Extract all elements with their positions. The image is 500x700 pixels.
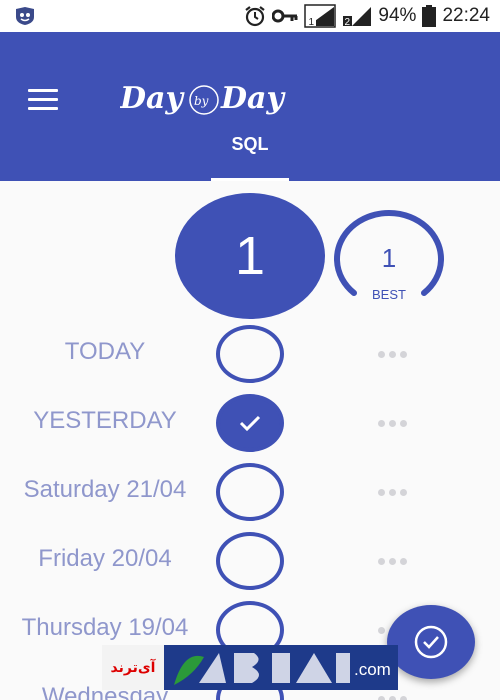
day-label: YESTERDAY [33,407,177,434]
best-streak-label: BEST [372,287,406,302]
sim1-label: 1 [309,17,315,28]
list-item: TODAY [0,319,500,388]
tab-sql[interactable]: SQL [211,124,289,181]
day-check-toggle[interactable] [216,532,284,590]
app-logo: Day by Day [120,81,286,116]
check-circle-icon [414,625,448,659]
watermark-logo: .com [174,653,391,685]
day-label: Thursday 19/04 [21,614,189,641]
more-options-icon[interactable] [378,694,412,700]
day-label: Friday 20/04 [38,545,172,572]
app-bar: Day by Day SQL [0,32,500,181]
day-check-toggle[interactable] [216,463,284,521]
watermark-right-text: .com [354,660,391,679]
svg-text:Day: Day [220,81,286,116]
key-icon [272,9,298,23]
current-streak-circle: 1 [175,193,325,319]
done-fab-button[interactable] [387,605,475,679]
best-streak-value: 1 [381,243,397,273]
alarm-clock-icon [245,6,266,27]
list-item: Saturday 21/04 [0,457,500,526]
battery-icon [422,5,437,27]
best-streak-gauge: 1 BEST [332,205,446,305]
current-streak-value: 1 [234,226,266,286]
tab-sql-label: SQL [231,134,269,154]
clock-time: 22:24 [442,5,490,26]
more-options-icon[interactable] [378,487,412,497]
day-check-toggle-checked[interactable] [216,394,284,452]
sim2-label: 2 [345,17,351,28]
list-item: Friday 20/04 [0,526,500,595]
day-label: Saturday 21/04 [23,476,187,503]
svg-text:Day: Day [120,81,185,116]
more-options-icon[interactable] [378,349,412,359]
signal-icon: 2 [343,7,372,28]
hamburger-menu-icon[interactable] [28,89,60,111]
tab-indicator [211,178,289,181]
more-options-icon[interactable] [378,418,412,428]
watermark-left-text: آی‌ترند [102,645,164,690]
battery-percent: 94% [378,5,417,26]
more-options-icon[interactable] [378,556,412,566]
status-bar: 1 2 94% 22:24 [0,0,500,32]
list-item: YESTERDAY [0,388,500,457]
day-label: TODAY [64,338,146,365]
svg-text:by: by [194,94,209,108]
app-badge-icon [16,7,34,25]
checkmark-icon [239,415,261,432]
signal-icon: 1 [304,4,337,28]
day-check-toggle[interactable] [216,325,284,383]
watermark-banner: آی‌ترند .com [102,645,398,690]
